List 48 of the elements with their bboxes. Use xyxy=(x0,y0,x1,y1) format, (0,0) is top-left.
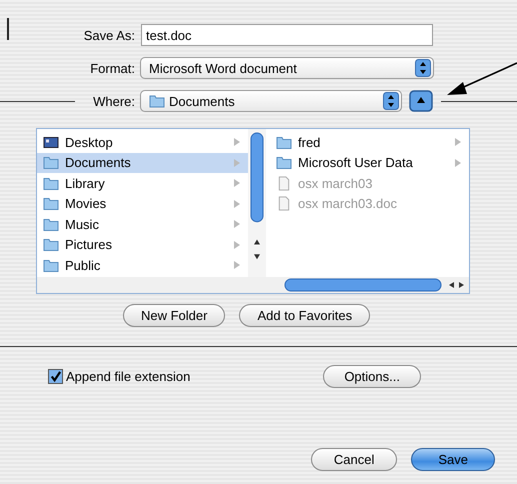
folder-icon xyxy=(43,196,59,212)
folder-icon xyxy=(43,258,59,273)
folder-item[interactable]: Desktop xyxy=(37,132,248,152)
folder-icon xyxy=(276,134,292,150)
folder-item[interactable]: Music xyxy=(37,214,248,234)
document-icon xyxy=(276,176,292,191)
folder-item[interactable]: Public xyxy=(37,255,248,276)
disclosure-icon xyxy=(234,220,240,228)
folder-action-button[interactable]: New Folder xyxy=(123,304,226,327)
folder-icon xyxy=(43,176,59,191)
dialog-button[interactable]: Cancel xyxy=(310,448,398,471)
file-item[interactable]: Microsoft User Data xyxy=(270,152,469,173)
where-label: Where: xyxy=(92,94,136,108)
folder-icon xyxy=(43,237,59,252)
where-dropdown[interactable]: Documents xyxy=(140,90,402,112)
disclosure-icon xyxy=(455,138,461,146)
file-item[interactable]: fred xyxy=(270,132,469,152)
stepper-icon xyxy=(415,59,431,77)
folder-action-button[interactable]: Add to Favorites xyxy=(239,304,370,327)
disclosure-icon xyxy=(234,158,240,167)
expand-button[interactable] xyxy=(409,90,433,112)
disclosure-icon xyxy=(234,240,240,249)
folder-item[interactable]: Pictures xyxy=(37,234,248,255)
disclosure-icon xyxy=(234,179,240,188)
folder-icon xyxy=(149,94,165,108)
save-as-label: Save As: xyxy=(82,28,136,42)
document-icon xyxy=(276,196,292,212)
dialog-button[interactable]: Save xyxy=(411,448,495,471)
horizontal-scrollbar[interactable] xyxy=(37,277,469,293)
append-extension-checkbox[interactable]: Append file extension xyxy=(48,368,190,384)
disclosure-icon xyxy=(234,138,240,146)
folder-item[interactable]: Library xyxy=(37,173,248,194)
folder-item[interactable]: Movies xyxy=(37,194,248,214)
folder-icon xyxy=(43,155,59,170)
options-button[interactable]: Options... xyxy=(323,364,421,388)
format-dropdown[interactable]: Microsoft Word document xyxy=(140,57,434,79)
folder-icon xyxy=(276,155,292,170)
stepper-icon xyxy=(383,92,399,110)
folder-item[interactable]: Documents xyxy=(37,152,248,173)
format-label: Format: xyxy=(89,60,136,76)
desktop-icon xyxy=(43,134,59,150)
annotation-arrow xyxy=(445,62,517,98)
folder-icon xyxy=(43,216,59,232)
vertical-scrollbar[interactable] xyxy=(248,129,266,277)
save-as-field[interactable]: test.doc xyxy=(141,24,433,46)
disclosure-icon xyxy=(455,158,461,167)
disclosure-icon xyxy=(234,261,240,270)
disclosure-icon xyxy=(234,200,240,208)
